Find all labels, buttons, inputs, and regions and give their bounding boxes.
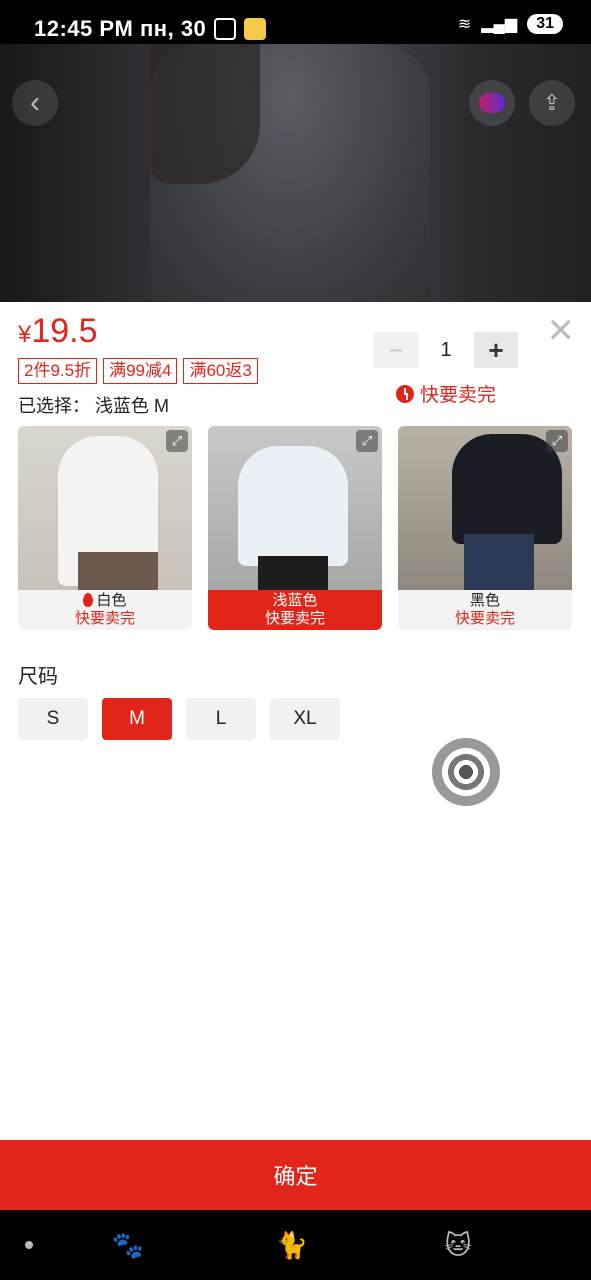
ar-button[interactable] (469, 80, 515, 126)
expand-icon[interactable]: ⤢ (166, 430, 188, 452)
floating-assist-icon[interactable] (432, 738, 500, 806)
share-icon: ⇪ (542, 90, 562, 115)
color-thumbnail: ⤢ (398, 426, 572, 590)
expand-icon[interactable]: ⤢ (356, 430, 378, 452)
fire-icon (83, 593, 94, 607)
sku-selector-sheet: ¥19.5 ✕ 2件9.5折 满99减4 满60返3 已选择： 浅蓝色 M − … (0, 302, 591, 1140)
paws-icon[interactable]: 🐾 (108, 1230, 148, 1260)
system-nav-bar: 🐾 🐈 🐱 (0, 1210, 591, 1280)
status-time: 12:45 PM пн, 30 (34, 16, 207, 41)
battery-icon: 31 (527, 14, 563, 34)
color-options: ⤢ 白色 快要卖完 ⤢ 浅蓝色 快要卖完 ⤢ 黑色 快要卖完 (18, 426, 572, 630)
selected-summary: 已选择： 浅蓝色 M (18, 396, 170, 416)
color-thumbnail: ⤢ (18, 426, 192, 590)
size-option-xl[interactable]: XL (270, 698, 340, 740)
nav-dot-icon (25, 1241, 33, 1249)
product-hero-image: ‹ ⇪ (0, 44, 591, 302)
hero-hair (150, 44, 260, 184)
wifi-icon: ≋ (457, 16, 472, 33)
expand-icon[interactable]: ⤢ (546, 430, 568, 452)
size-option-l[interactable]: L (186, 698, 256, 740)
status-bar: 12:45 PM пн, 30 ≋ ▂▄▆ 31 (0, 0, 591, 44)
decrease-button[interactable]: − (374, 332, 418, 368)
price: ¥19.5 (18, 312, 98, 350)
signal-icon: ▂▄▆ (481, 16, 518, 33)
quantity-stepper: − 1 + (374, 332, 518, 368)
quantity-value: 1 (440, 338, 452, 361)
size-options: S M L XL (18, 698, 340, 740)
increase-button[interactable]: + (474, 332, 518, 368)
size-option-s[interactable]: S (18, 698, 88, 740)
promo-tag: 2件9.5折 (18, 358, 98, 384)
selling-fast-tag: 快要卖完 (396, 380, 496, 407)
promo-tag: 满99减4 (103, 358, 178, 384)
app-notification-icon (244, 18, 266, 40)
cat-home-icon[interactable]: 🐈 (272, 1230, 312, 1260)
confirm-button[interactable]: 确定 (0, 1140, 591, 1210)
promo-tags: 2件9.5折 满99减4 满60返3 (18, 358, 258, 384)
color-option-black[interactable]: ⤢ 黑色 快要卖完 (398, 426, 572, 630)
chevron-left-icon: ‹ (30, 86, 40, 119)
color-option-white[interactable]: ⤢ 白色 快要卖完 (18, 426, 192, 630)
cat-back-icon[interactable]: 🐱 (438, 1230, 478, 1260)
size-option-m[interactable]: M (102, 698, 172, 740)
ar-icon (479, 93, 505, 113)
back-button[interactable]: ‹ (12, 80, 58, 126)
color-option-light-blue[interactable]: ⤢ 浅蓝色 快要卖完 (208, 426, 382, 630)
close-icon[interactable]: ✕ (547, 314, 576, 348)
clock-icon (396, 384, 414, 403)
color-thumbnail: ⤢ (208, 426, 382, 590)
screenshot-icon (214, 18, 236, 40)
size-title: 尺码 (18, 666, 58, 688)
share-button[interactable]: ⇪ (529, 80, 575, 126)
promo-tag: 满60返3 (183, 358, 258, 384)
